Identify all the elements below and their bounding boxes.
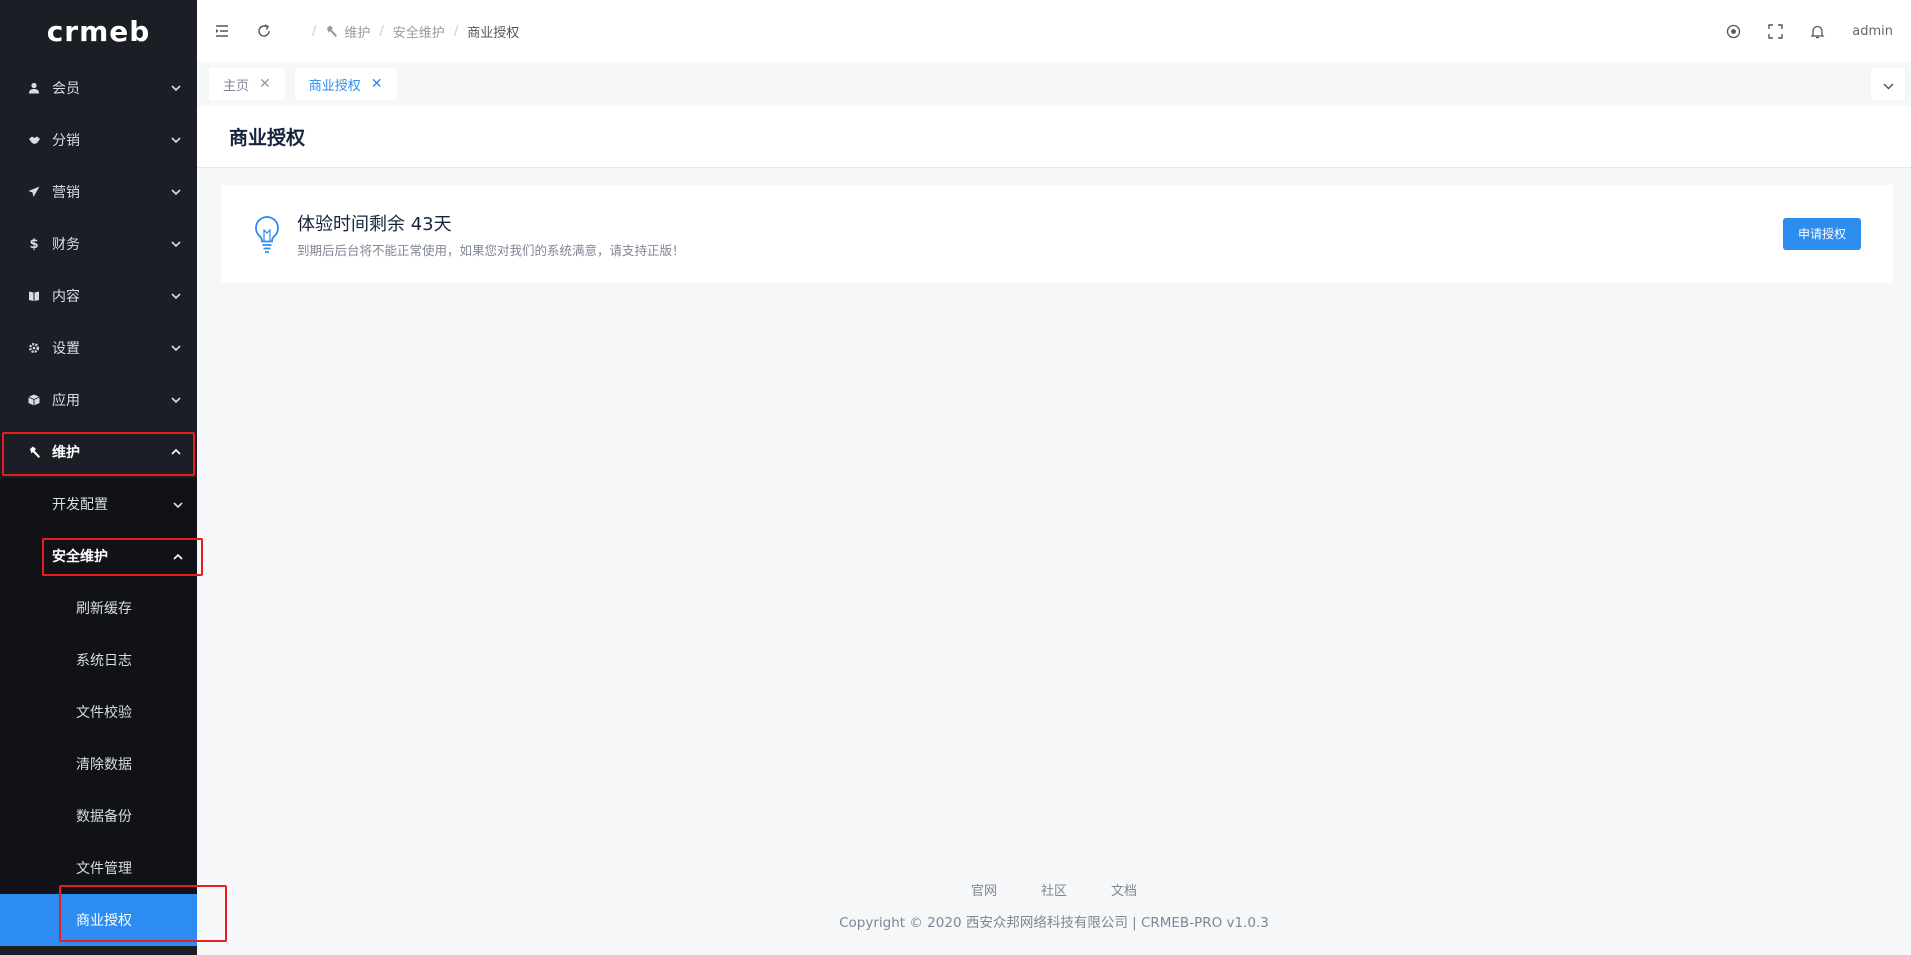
fullscreen-icon[interactable] [1764,20,1786,42]
tab-bar: 主页 ✕ 商业授权 ✕ [197,62,1911,106]
sidebar-leaf-system-log[interactable]: 系统日志 [0,634,197,686]
sidebar-item-member[interactable]: 会员 [0,62,197,114]
sidebar-sub-security[interactable]: 安全维护 [0,530,197,582]
sidebar-leaf-file-check[interactable]: 文件校验 [0,686,197,738]
tab-home[interactable]: 主页 ✕ [209,68,285,100]
breadcrumb-item-current: 商业授权 [467,25,520,41]
close-icon[interactable]: ✕ [259,76,271,92]
notice-title: 体验时间剩余 43天 [297,213,452,235]
sidebar-sub-label: 开发配置 [52,497,108,513]
sidebar-item-distribution[interactable]: 分销 [0,114,197,166]
header-actions: admin [1702,20,1911,42]
sidebar-item-label: 应用 [52,393,80,409]
chevron-down-icon [169,341,183,355]
logo[interactable]: crmeb [0,0,197,62]
chevron-up-icon [173,548,183,564]
bell-icon[interactable] [1806,20,1828,42]
gear-icon [26,342,42,354]
footer-link-website[interactable]: 官网 [971,880,997,899]
chevron-up-icon [169,445,183,459]
sidebar-item-marketing[interactable]: 营销 [0,166,197,218]
footer-link-community[interactable]: 社区 [1041,880,1067,899]
copyright: Copyright © 2020 西安众邦网络科技有限公司 | CRMEB-PR… [839,915,1269,931]
chevron-down-icon [169,393,183,407]
chevron-down-icon [169,237,183,251]
sidebar-item-maintenance[interactable]: 维护 [0,426,197,478]
chevron-down-icon [1882,75,1894,94]
sidebar-item-apps[interactable]: 应用 [0,374,197,426]
breadcrumb-separator: / [312,23,317,39]
breadcrumb: / 维护 / 安全维护 / 商业授权 [303,22,519,41]
apply-license-button[interactable]: 申请授权 [1782,218,1861,250]
chevron-down-icon [169,289,183,303]
target-icon[interactable] [1722,20,1744,42]
sidebar-item-label: 营销 [52,185,80,201]
footer-links: 官网 社区 文档 [197,880,1911,899]
user-icon [26,82,42,94]
sidebar-sub-dev-config[interactable]: 开发配置 [0,478,197,530]
cube-icon [26,394,42,406]
sidebar-item-label: 设置 [52,341,80,357]
tab-label: 主页 [223,78,250,94]
menu-fold-icon[interactable] [211,20,233,42]
sidebar-item-label: 维护 [52,445,80,461]
breadcrumb-separator: / [379,23,384,39]
breadcrumb-item-security[interactable]: 安全维护 [393,22,445,41]
sidebar-menu: 会员 分销 营销 $ 财务 内容 设置 应用 维护 [0,62,197,478]
sidebar-item-label: 财务 [52,237,80,253]
user-name[interactable]: admin [1852,24,1893,39]
top-header: / 维护 / 安全维护 / 商业授权 admin [197,0,1911,62]
lightbulb-icon [255,216,279,253]
sidebar-sub-label: 安全维护 [52,549,108,565]
breadcrumb-item-maintenance[interactable]: 维护 [344,22,370,41]
chevron-down-icon [169,81,183,95]
hammer-icon [325,25,338,38]
sidebar-item-finance[interactable]: $ 财务 [0,218,197,270]
refresh-icon[interactable] [253,20,275,42]
sidebar-leaf-clear-data[interactable]: 清除数据 [0,738,197,790]
sidebar-item-label: 会员 [52,81,80,97]
tab-dropdown-button[interactable] [1871,68,1905,100]
page-title: 商业授权 [229,127,306,149]
sidebar-item-label: 分销 [52,133,80,149]
breadcrumb-separator: / [453,23,459,39]
trial-notice-card: 体验时间剩余 43天 到期后后台将不能正常使用，如果您对我们的系统满意，请支持正… [221,185,1893,283]
footer: 官网 社区 文档 Copyright © 2020 西安众邦网络科技有限公司 |… [197,880,1911,931]
sidebar-leaf-business-license[interactable]: 商业授权 [0,894,197,946]
sidebar: crmeb 会员 分销 营销 $ 财务 内容 设置 应用 维护 开发配置 安全维… [0,0,197,955]
sidebar-item-content[interactable]: 内容 [0,270,197,322]
sidebar-leaf-file-manage[interactable]: 文件管理 [0,842,197,894]
dollar-icon: $ [29,236,39,252]
hammer-icon [26,446,42,459]
page-header: 商业授权 [197,106,1911,168]
tab-label: 商业授权 [308,78,361,94]
book-icon [26,290,42,302]
footer-link-docs[interactable]: 文档 [1111,880,1137,899]
sidebar-item-settings[interactable]: 设置 [0,322,197,374]
notice-text: 体验时间剩余 43天 到期后后台将不能正常使用，如果您对我们的系统满意，请支持正… [297,210,1783,259]
sidebar-leaf-refresh-cache[interactable]: 刷新缓存 [0,582,197,634]
sidebar-item-label: 内容 [52,289,80,305]
chevron-down-icon [173,496,183,512]
notice-description: 到期后后台将不能正常使用，如果您对我们的系统满意，请支持正版！ [297,242,685,258]
handshake-icon [26,135,42,145]
tab-business-license[interactable]: 商业授权 ✕ [294,68,397,100]
chevron-down-icon [169,185,183,199]
submenu-maintenance: 开发配置 安全维护 刷新缓存 系统日志 文件校验 清除数据 数据备份 文件管理 … [0,478,197,946]
paper-plane-icon [26,186,42,198]
chevron-down-icon [169,133,183,147]
sidebar-leaf-data-backup[interactable]: 数据备份 [0,790,197,842]
close-icon[interactable]: ✕ [371,76,383,92]
